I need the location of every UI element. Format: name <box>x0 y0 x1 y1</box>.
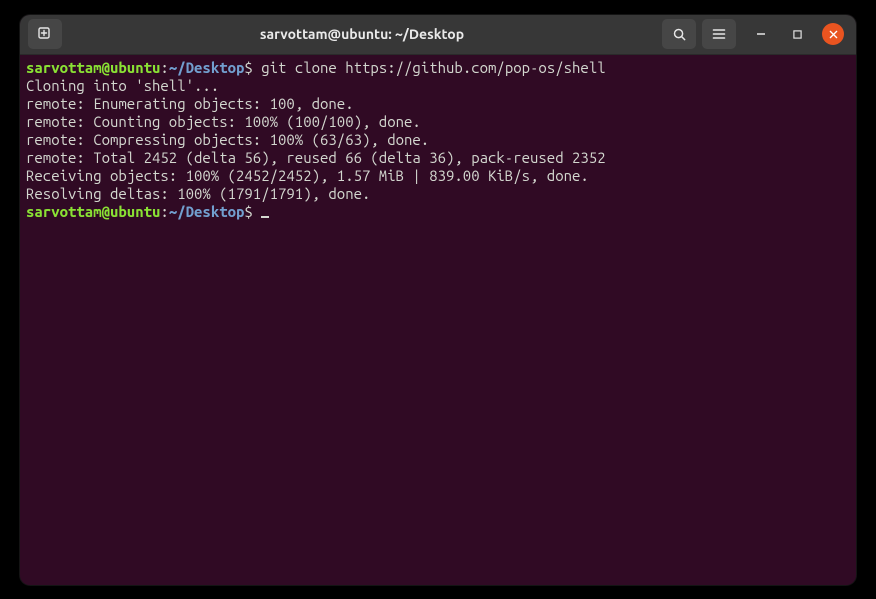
prompt-path: ~/Desktop <box>169 203 245 220</box>
maximize-button[interactable] <box>786 23 808 45</box>
close-button[interactable] <box>822 23 844 45</box>
search-icon <box>672 27 687 42</box>
prompt-symbol: $ <box>244 59 252 76</box>
terminal-window: sarvottam@ubuntu: ~/Desktop <box>20 15 856 585</box>
output-line: remote: Enumerating objects: 100, done. <box>26 95 354 112</box>
new-tab-button[interactable] <box>28 19 62 49</box>
minimize-icon <box>756 29 766 39</box>
menu-button[interactable] <box>702 19 736 49</box>
prompt-path: ~/Desktop <box>169 59 245 76</box>
output-line: Cloning into 'shell'... <box>26 77 219 94</box>
prompt-sep: : <box>160 203 168 220</box>
new-tab-icon <box>37 26 53 42</box>
terminal-body[interactable]: sarvottam@ubuntu:~/Desktop$ git clone ht… <box>20 55 856 585</box>
prompt-user: sarvottam@ubuntu <box>26 59 160 76</box>
output-line: remote: Compressing objects: 100% (63/63… <box>26 131 429 148</box>
command-line: git clone https://github.com/pop-os/shel… <box>261 59 605 76</box>
prompt-user: sarvottam@ubuntu <box>26 203 160 220</box>
window-controls <box>750 23 844 45</box>
prompt-symbol: $ <box>244 203 252 220</box>
window-title: sarvottam@ubuntu: ~/Desktop <box>68 26 656 42</box>
cursor <box>261 216 269 218</box>
close-icon <box>829 30 838 39</box>
search-button[interactable] <box>662 19 696 49</box>
hamburger-icon <box>712 27 726 41</box>
output-line: Receiving objects: 100% (2452/2452), 1.5… <box>26 167 589 184</box>
prompt-sep: : <box>160 59 168 76</box>
maximize-icon <box>793 30 802 39</box>
output-line: remote: Counting objects: 100% (100/100)… <box>26 113 421 130</box>
output-line: remote: Total 2452 (delta 56), reused 66… <box>26 149 606 166</box>
titlebar: sarvottam@ubuntu: ~/Desktop <box>20 15 856 55</box>
output-line: Resolving deltas: 100% (1791/1791), done… <box>26 185 370 202</box>
minimize-button[interactable] <box>750 23 772 45</box>
